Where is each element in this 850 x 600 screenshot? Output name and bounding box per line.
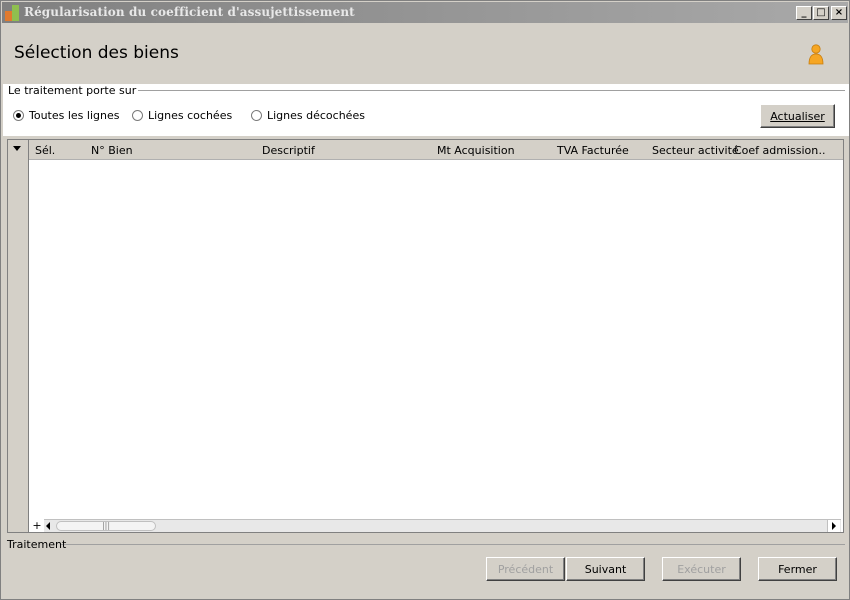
add-row-icon[interactable]: +: [30, 520, 44, 532]
main-window: Régularisation du coefficient d'assujett…: [0, 0, 850, 600]
close-window-button[interactable]: ×: [831, 6, 847, 20]
radio-all-lines-label: Toutes les lignes: [29, 109, 120, 122]
radio-unchecked-lines[interactable]: Lignes décochées: [251, 109, 365, 122]
column-header-acquisition-amount[interactable]: Mt Acquisition: [437, 144, 515, 157]
radio-checked-lines[interactable]: Lignes cochées: [132, 109, 232, 122]
user-icon: [808, 44, 824, 65]
grid-header: Sél. N° Bien Descriptif Mt Acquisition T…: [29, 140, 843, 160]
minimize-button[interactable]: _: [796, 6, 812, 20]
scroll-right-icon[interactable]: [827, 520, 840, 532]
column-header-more[interactable]: ...: [815, 144, 826, 157]
column-header-admission-coef[interactable]: Coef admission: [734, 144, 818, 157]
radio-checked-icon[interactable]: [13, 110, 24, 121]
footer-divider: [61, 544, 845, 545]
row-gutter: [8, 140, 29, 532]
radio-unchecked-icon[interactable]: [251, 110, 262, 121]
next-button[interactable]: Suivant: [566, 557, 645, 581]
filter-legend: Le traitement porte sur: [6, 84, 139, 97]
radio-checked-lines-label: Lignes cochées: [148, 109, 233, 122]
footer-legend: Traitement: [7, 538, 67, 551]
assets-grid[interactable]: Sél. N° Bien Descriptif Mt Acquisition T…: [7, 139, 844, 533]
horizontal-scrollbar[interactable]: |||: [44, 519, 841, 532]
radio-unchecked-icon[interactable]: [132, 110, 143, 121]
filter-group: Le traitement porte sur Toutes les ligne…: [3, 84, 849, 136]
maximize-button[interactable]: □: [813, 6, 829, 20]
column-header-sel[interactable]: Sél.: [35, 144, 55, 157]
title-bar[interactable]: Régularisation du coefficient d'assujett…: [2, 2, 848, 23]
column-header-asset-number[interactable]: N° Bien: [91, 144, 133, 157]
column-chooser-icon[interactable]: [13, 146, 21, 151]
previous-button[interactable]: Précédent: [486, 557, 565, 581]
radio-all-lines[interactable]: Toutes les lignes: [13, 109, 119, 122]
refresh-button[interactable]: Actualiser: [760, 104, 835, 128]
scrollbar-thumb[interactable]: |||: [56, 521, 156, 531]
column-header-description[interactable]: Descriptif: [262, 144, 315, 157]
column-header-activity-sector[interactable]: Secteur activité: [652, 144, 739, 157]
radio-unchecked-lines-label: Lignes décochées: [267, 109, 365, 122]
window-title: Régularisation du coefficient d'assujett…: [24, 5, 355, 19]
close-button[interactable]: Fermer: [758, 557, 837, 581]
column-header-vat-invoiced[interactable]: TVA Facturée: [557, 144, 629, 157]
page-header: Sélection des biens: [3, 23, 849, 83]
page-title: Sélection des biens: [14, 43, 179, 63]
execute-button[interactable]: Exécuter: [662, 557, 741, 581]
scroll-left-icon[interactable]: [46, 522, 50, 530]
app-icon: [5, 5, 21, 21]
